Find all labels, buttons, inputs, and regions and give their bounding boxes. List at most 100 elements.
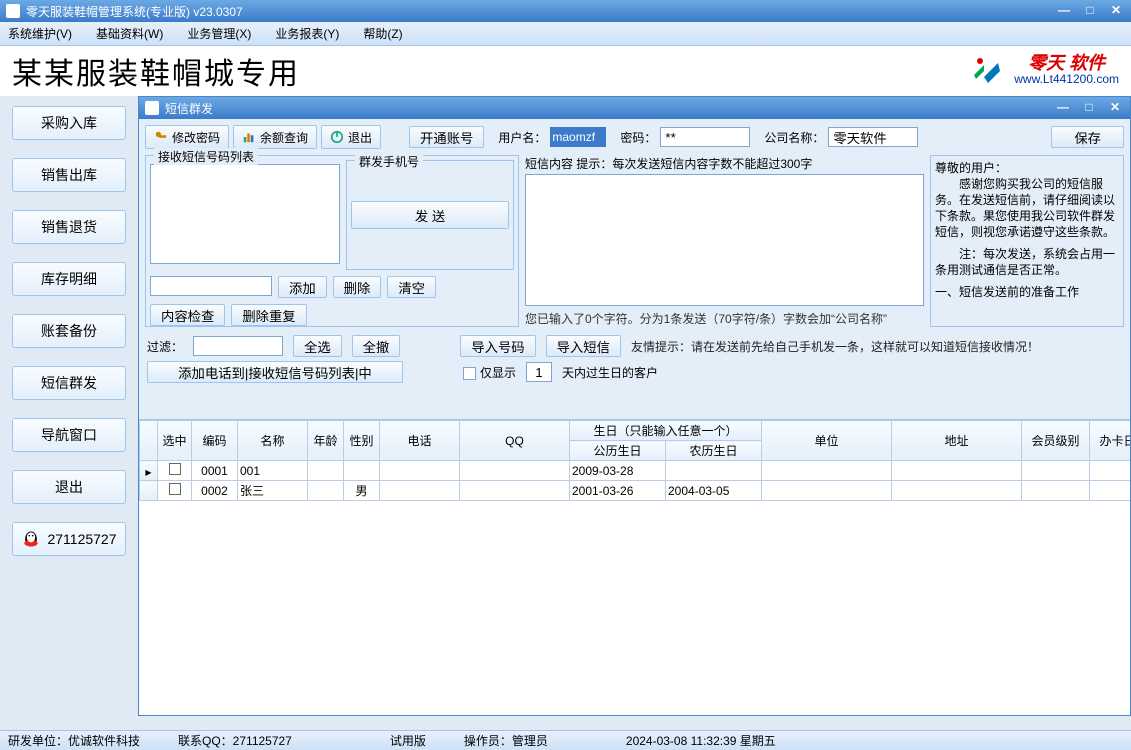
col-solar[interactable]: 公历生日 bbox=[570, 441, 666, 461]
chart-icon bbox=[242, 130, 256, 144]
col-addr[interactable]: 地址 bbox=[892, 421, 1022, 461]
status-datetime: 2024-03-08 11:32:39 星期五 bbox=[626, 732, 776, 749]
days-input[interactable] bbox=[526, 362, 552, 382]
company-input[interactable] bbox=[828, 127, 918, 147]
message-textarea[interactable] bbox=[525, 174, 924, 306]
col-level[interactable]: 会员级别 bbox=[1022, 421, 1090, 461]
group-send-panel: 群发手机号 发 送 bbox=[346, 160, 514, 270]
clear-button[interactable]: 清空 bbox=[387, 276, 436, 298]
sidebar-item-sms[interactable]: 短信群发 bbox=[12, 366, 126, 400]
sidebar-item-sale[interactable]: 销售出库 bbox=[12, 158, 126, 192]
sms-title: 短信群发 bbox=[165, 100, 213, 117]
checkbox-icon[interactable] bbox=[169, 483, 181, 495]
sidebar-item-exit[interactable]: 退出 bbox=[12, 470, 126, 504]
terms-p2: 注：每次发送，系统会占用一条用测试通信是否正常。 bbox=[935, 246, 1119, 278]
change-password-button[interactable]: 修改密码 bbox=[145, 125, 229, 149]
logo-mark-icon bbox=[966, 51, 1006, 91]
group-send-legend: 群发手机号 bbox=[355, 153, 423, 170]
status-contact: 联系QQ：271125727 bbox=[178, 732, 292, 749]
table-row[interactable]: 0002 张三 男 2001-03-26 2004-03-05 bbox=[140, 481, 1131, 501]
recipient-list-textarea[interactable] bbox=[150, 164, 340, 264]
customer-grid[interactable]: 选中 编码 名称 年龄 性别 电话 QQ 生日（只能输入任意一个） 单位 地址 … bbox=[139, 419, 1130, 715]
menu-data[interactable]: 基础资料(W) bbox=[96, 25, 163, 42]
col-card-date[interactable]: 办卡日期 bbox=[1090, 421, 1130, 461]
col-birthday-group[interactable]: 生日（只能输入任意一个） bbox=[570, 421, 762, 441]
select-all-button[interactable]: 全选 bbox=[293, 335, 342, 357]
sms-minimize-icon[interactable]: — bbox=[1052, 99, 1074, 115]
number-input[interactable] bbox=[150, 276, 272, 296]
sidebar-item-purchase[interactable]: 采购入库 bbox=[12, 106, 126, 140]
friendly-tip: 友情提示：请在发送前先给自己手机发一条，这样就可以知道短信接收情况！ bbox=[631, 338, 1039, 355]
col-code[interactable]: 编码 bbox=[192, 421, 238, 461]
col-sex[interactable]: 性别 bbox=[344, 421, 380, 461]
col-qq[interactable]: QQ bbox=[460, 421, 570, 461]
birthday-suffix: 天内过生日的客户 bbox=[562, 364, 658, 381]
filter-label: 过滤： bbox=[147, 338, 183, 355]
recipient-panel-legend: 接收短信号码列表 bbox=[154, 148, 258, 165]
qq-icon bbox=[21, 529, 41, 549]
sidebar-item-qq[interactable]: 271125727 bbox=[12, 522, 126, 556]
import-sms-button[interactable]: 导入短信 bbox=[546, 335, 621, 357]
sidebar: 采购入库 销售出库 销售退货 库存明细 账套备份 短信群发 导航窗口 退出 27… bbox=[0, 96, 138, 730]
exit-button[interactable]: 退出 bbox=[321, 125, 381, 149]
company-label: 公司名称： bbox=[764, 129, 824, 146]
sidebar-item-backup[interactable]: 账套备份 bbox=[12, 314, 126, 348]
sms-app-icon bbox=[145, 101, 159, 115]
checkbox-icon[interactable] bbox=[169, 463, 181, 475]
sms-titlebar: 短信群发 — □ ✕ bbox=[139, 97, 1130, 119]
maximize-icon[interactable]: □ bbox=[1079, 2, 1101, 18]
main-titlebar: 零天服装鞋帽管理系统(专业版) v23.0307 — □ ✕ bbox=[0, 0, 1131, 22]
col-phone[interactable]: 电话 bbox=[380, 421, 460, 461]
terms-p1: 感谢您购买我公司的短信服务。在发送短信前，请仔细阅读以下条款。果您使用我公司软件… bbox=[935, 176, 1119, 240]
table-row[interactable]: ▶ 0001 001 2009-03-28 bbox=[140, 461, 1131, 481]
save-button[interactable]: 保存 bbox=[1051, 126, 1124, 148]
col-select[interactable]: 选中 bbox=[158, 421, 192, 461]
filter-input[interactable] bbox=[193, 336, 283, 356]
menu-biz[interactable]: 业务管理(X) bbox=[187, 25, 251, 42]
balance-button[interactable]: 余额查询 bbox=[233, 125, 317, 149]
delete-button[interactable]: 删除 bbox=[333, 276, 382, 298]
open-account-button[interactable]: 开通账号 bbox=[409, 126, 484, 148]
terms-title: 尊敬的用户： bbox=[935, 160, 1119, 176]
col-lunar[interactable]: 农历生日 bbox=[666, 441, 762, 461]
menu-report[interactable]: 业务报表(Y) bbox=[275, 25, 339, 42]
menu-help[interactable]: 帮助(Z) bbox=[363, 25, 402, 42]
char-count-status: 您已输入了0个字符。分为1条发送（70字符/条）字数会加“公司名称” bbox=[525, 310, 924, 327]
menu-sys[interactable]: 系统维护(V) bbox=[8, 25, 72, 42]
add-phone-to-list-button[interactable]: 添加电话到|接收短信号码列表|中 bbox=[147, 361, 403, 383]
send-button[interactable]: 发 送 bbox=[351, 201, 509, 229]
statusbar: 研发单位：优诚软件科技 联系QQ：271125727 试用版 操作员：管理员 2… bbox=[0, 730, 1131, 750]
col-age[interactable]: 年龄 bbox=[308, 421, 344, 461]
logo: 零天 软件 www.Lt441200.com bbox=[966, 51, 1119, 91]
terms-p3: 一、短信发送前的准备工作 bbox=[935, 284, 1119, 300]
content-hint: 短信内容 提示：每次发送短信内容字数不能超过300字 bbox=[525, 155, 924, 172]
sms-maximize-icon[interactable]: □ bbox=[1078, 99, 1100, 115]
dedup-button[interactable]: 删除重复 bbox=[231, 304, 306, 326]
import-number-button[interactable]: 导入号码 bbox=[460, 335, 535, 357]
close-icon[interactable]: ✕ bbox=[1105, 2, 1127, 18]
status-version: 试用版 bbox=[390, 732, 426, 749]
add-button[interactable]: 添加 bbox=[278, 276, 327, 298]
col-unit[interactable]: 单位 bbox=[762, 421, 892, 461]
banner: 某某服装鞋帽城专用 零天 软件 www.Lt441200.com bbox=[0, 46, 1131, 96]
logo-text-top: 零天 软件 bbox=[1014, 55, 1119, 71]
logo-url: www.Lt441200.com bbox=[1014, 71, 1119, 87]
deselect-all-button[interactable]: 全撤 bbox=[352, 335, 401, 357]
app-title: 零天服装鞋帽管理系统(专业版) v23.0307 bbox=[26, 3, 243, 20]
user-label: 用户名： bbox=[498, 129, 546, 146]
minimize-icon[interactable]: — bbox=[1053, 2, 1075, 18]
content-check-button[interactable]: 内容检查 bbox=[150, 304, 225, 326]
power-icon bbox=[330, 130, 344, 144]
app-icon bbox=[6, 4, 20, 18]
birthday-only-checkbox[interactable]: 仅显示 bbox=[463, 364, 516, 381]
password-input[interactable] bbox=[660, 127, 750, 147]
username-input[interactable]: maomzf bbox=[550, 127, 606, 147]
col-name[interactable]: 名称 bbox=[238, 421, 308, 461]
sms-close-icon[interactable]: ✕ bbox=[1104, 99, 1126, 115]
sidebar-item-nav[interactable]: 导航窗口 bbox=[12, 418, 126, 452]
sidebar-item-return[interactable]: 销售退货 bbox=[12, 210, 126, 244]
sidebar-item-stock[interactable]: 库存明细 bbox=[12, 262, 126, 296]
message-panel: 短信内容 提示：每次发送短信内容字数不能超过300字 您已输入了0个字符。分为1… bbox=[525, 155, 924, 327]
banner-title: 某某服装鞋帽城专用 bbox=[12, 49, 300, 93]
key-icon bbox=[154, 130, 168, 144]
